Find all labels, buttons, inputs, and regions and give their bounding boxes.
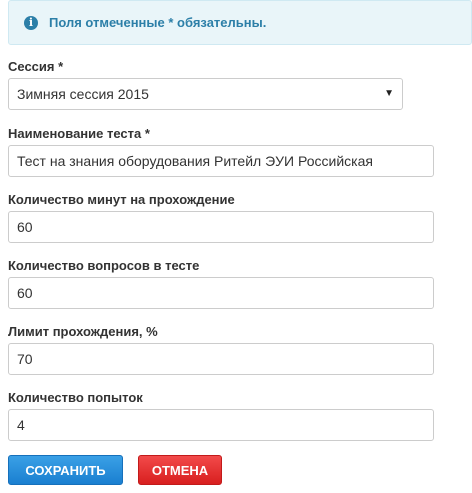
session-select-value: Зимняя сессия 2015 [17,86,149,102]
minutes-input[interactable]: 60 [8,211,434,243]
test-name-input[interactable]: Тест на знания оборудования Ритейл ЭУИ Р… [8,145,434,177]
info-icon: i [24,15,38,30]
questions-count-input[interactable]: 60 [8,277,434,309]
pass-limit-input[interactable]: 70 [8,343,434,375]
save-button[interactable]: Сохранить [8,455,123,485]
alert-text: Поля отмеченные * обязательны. [49,15,267,30]
minutes-label: Количество минут на прохождение [8,192,235,207]
test-edit-form: i Поля отмеченные * обязательны. Сессия … [0,0,472,493]
session-label: Сессия * [8,59,64,74]
cancel-button[interactable]: Отмена [138,455,222,485]
pass-limit-label: Лимит прохождения, % [8,324,158,339]
attempts-input[interactable]: 4 [8,409,434,441]
test-name-label: Наименование теста * [8,126,150,141]
questions-count-label: Количество вопросов в тесте [8,258,200,273]
session-select[interactable]: Зимняя сессия 2015 ▼ [8,78,403,110]
required-fields-alert: i Поля отмеченные * обязательны. [8,0,472,45]
attempts-label: Количество попыток [8,390,143,405]
chevron-down-icon: ▼ [384,88,394,99]
